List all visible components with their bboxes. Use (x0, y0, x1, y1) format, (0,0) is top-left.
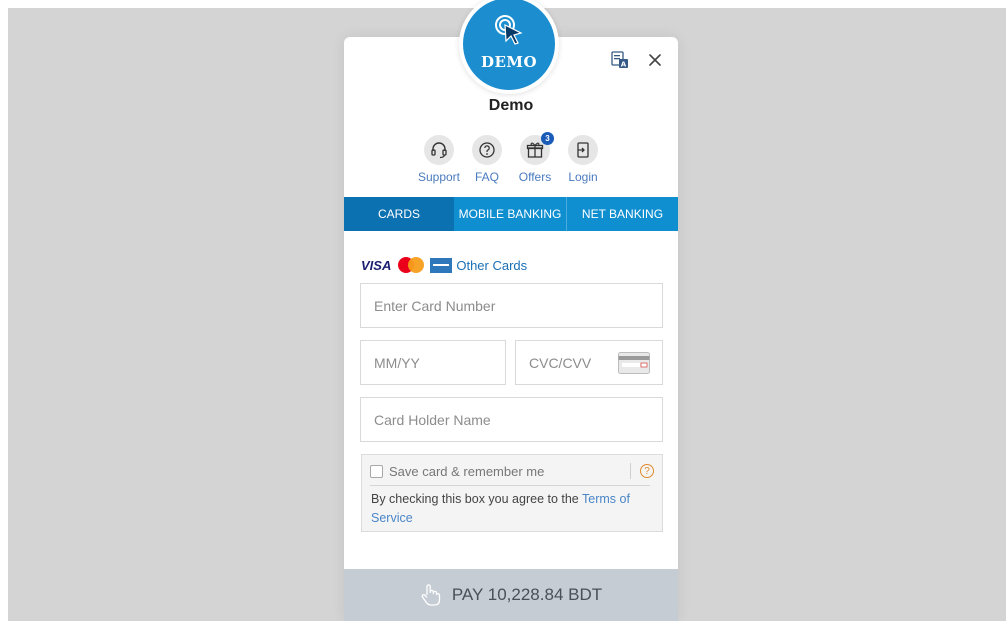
merchant-logo: DEMO (459, 0, 559, 94)
tab-mobile-banking[interactable]: MOBILE BANKING (454, 197, 566, 231)
gift-icon: 3 (520, 132, 554, 165)
translate-icon[interactable]: A (609, 49, 631, 71)
offers-link[interactable]: 3 Offers (511, 132, 559, 187)
card-back-icon (618, 351, 650, 374)
close-icon[interactable] (644, 49, 666, 71)
pay-button[interactable]: PAY 10,228.84 BDT (344, 569, 678, 621)
divider (370, 485, 650, 486)
tab-cards[interactable]: CARDS (344, 197, 454, 231)
quick-links: Support FAQ 3 Offers Login (344, 132, 678, 187)
card-holder-placeholder: Card Holder Name (374, 411, 491, 428)
login-link[interactable]: Login (559, 135, 607, 187)
card-number-input[interactable]: Enter Card Number (360, 283, 663, 328)
support-link[interactable]: Support (415, 135, 463, 187)
payment-modal: DEMO A Demo Support FAQ 3 Offers Login C… (344, 0, 678, 621)
merchant-name: Demo (488, 97, 534, 114)
expiry-placeholder: MM/YY (374, 354, 420, 371)
save-card-checkbox[interactable] (370, 464, 383, 478)
card-holder-input[interactable]: Card Holder Name (360, 397, 663, 442)
tab-net-banking[interactable]: NET BANKING (566, 197, 678, 231)
help-icon[interactable]: ? (640, 464, 654, 478)
login-label: Login (568, 170, 598, 184)
cursor-icon (495, 15, 523, 45)
save-card-panel: Save card & remember me ? By checking th… (361, 454, 663, 532)
svg-text:A: A (621, 61, 627, 69)
save-card-label[interactable]: Save card & remember me (389, 464, 630, 479)
visa-logo: VISA (361, 257, 392, 273)
faq-link[interactable]: FAQ (463, 135, 511, 187)
hand-pointer-icon (421, 584, 441, 606)
mastercard-logo (398, 257, 425, 273)
expiry-input[interactable]: MM/YY (360, 340, 506, 385)
merchant-logo-text: DEMO (480, 53, 538, 71)
login-icon (568, 135, 598, 165)
payment-tabs: CARDS MOBILE BANKING NET BANKING (344, 197, 678, 231)
amex-logo (430, 257, 453, 273)
offers-badge: 3 (541, 132, 554, 145)
headset-icon (424, 135, 454, 165)
question-icon (472, 135, 502, 165)
merchant-logo-badge: DEMO (463, 0, 555, 90)
cvc-placeholder: CVC/CVV (529, 354, 592, 371)
divider (630, 463, 631, 479)
agree-prefix: By checking this box you agree to the (371, 492, 583, 506)
support-label: Support (417, 170, 461, 184)
save-card-row: Save card & remember me ? (370, 462, 654, 480)
pay-button-label: PAY 10,228.84 BDT (451, 585, 603, 604)
card-brands: VISA Other Cards (361, 256, 527, 274)
cvc-input[interactable]: CVC/CVV (515, 340, 663, 385)
faq-label: FAQ (474, 170, 499, 184)
offers-label: Offers (518, 170, 552, 184)
other-cards-link[interactable]: Other Cards (456, 258, 527, 273)
card-number-placeholder: Enter Card Number (374, 297, 496, 314)
agree-text: By checking this box you agree to the Te… (371, 490, 648, 528)
